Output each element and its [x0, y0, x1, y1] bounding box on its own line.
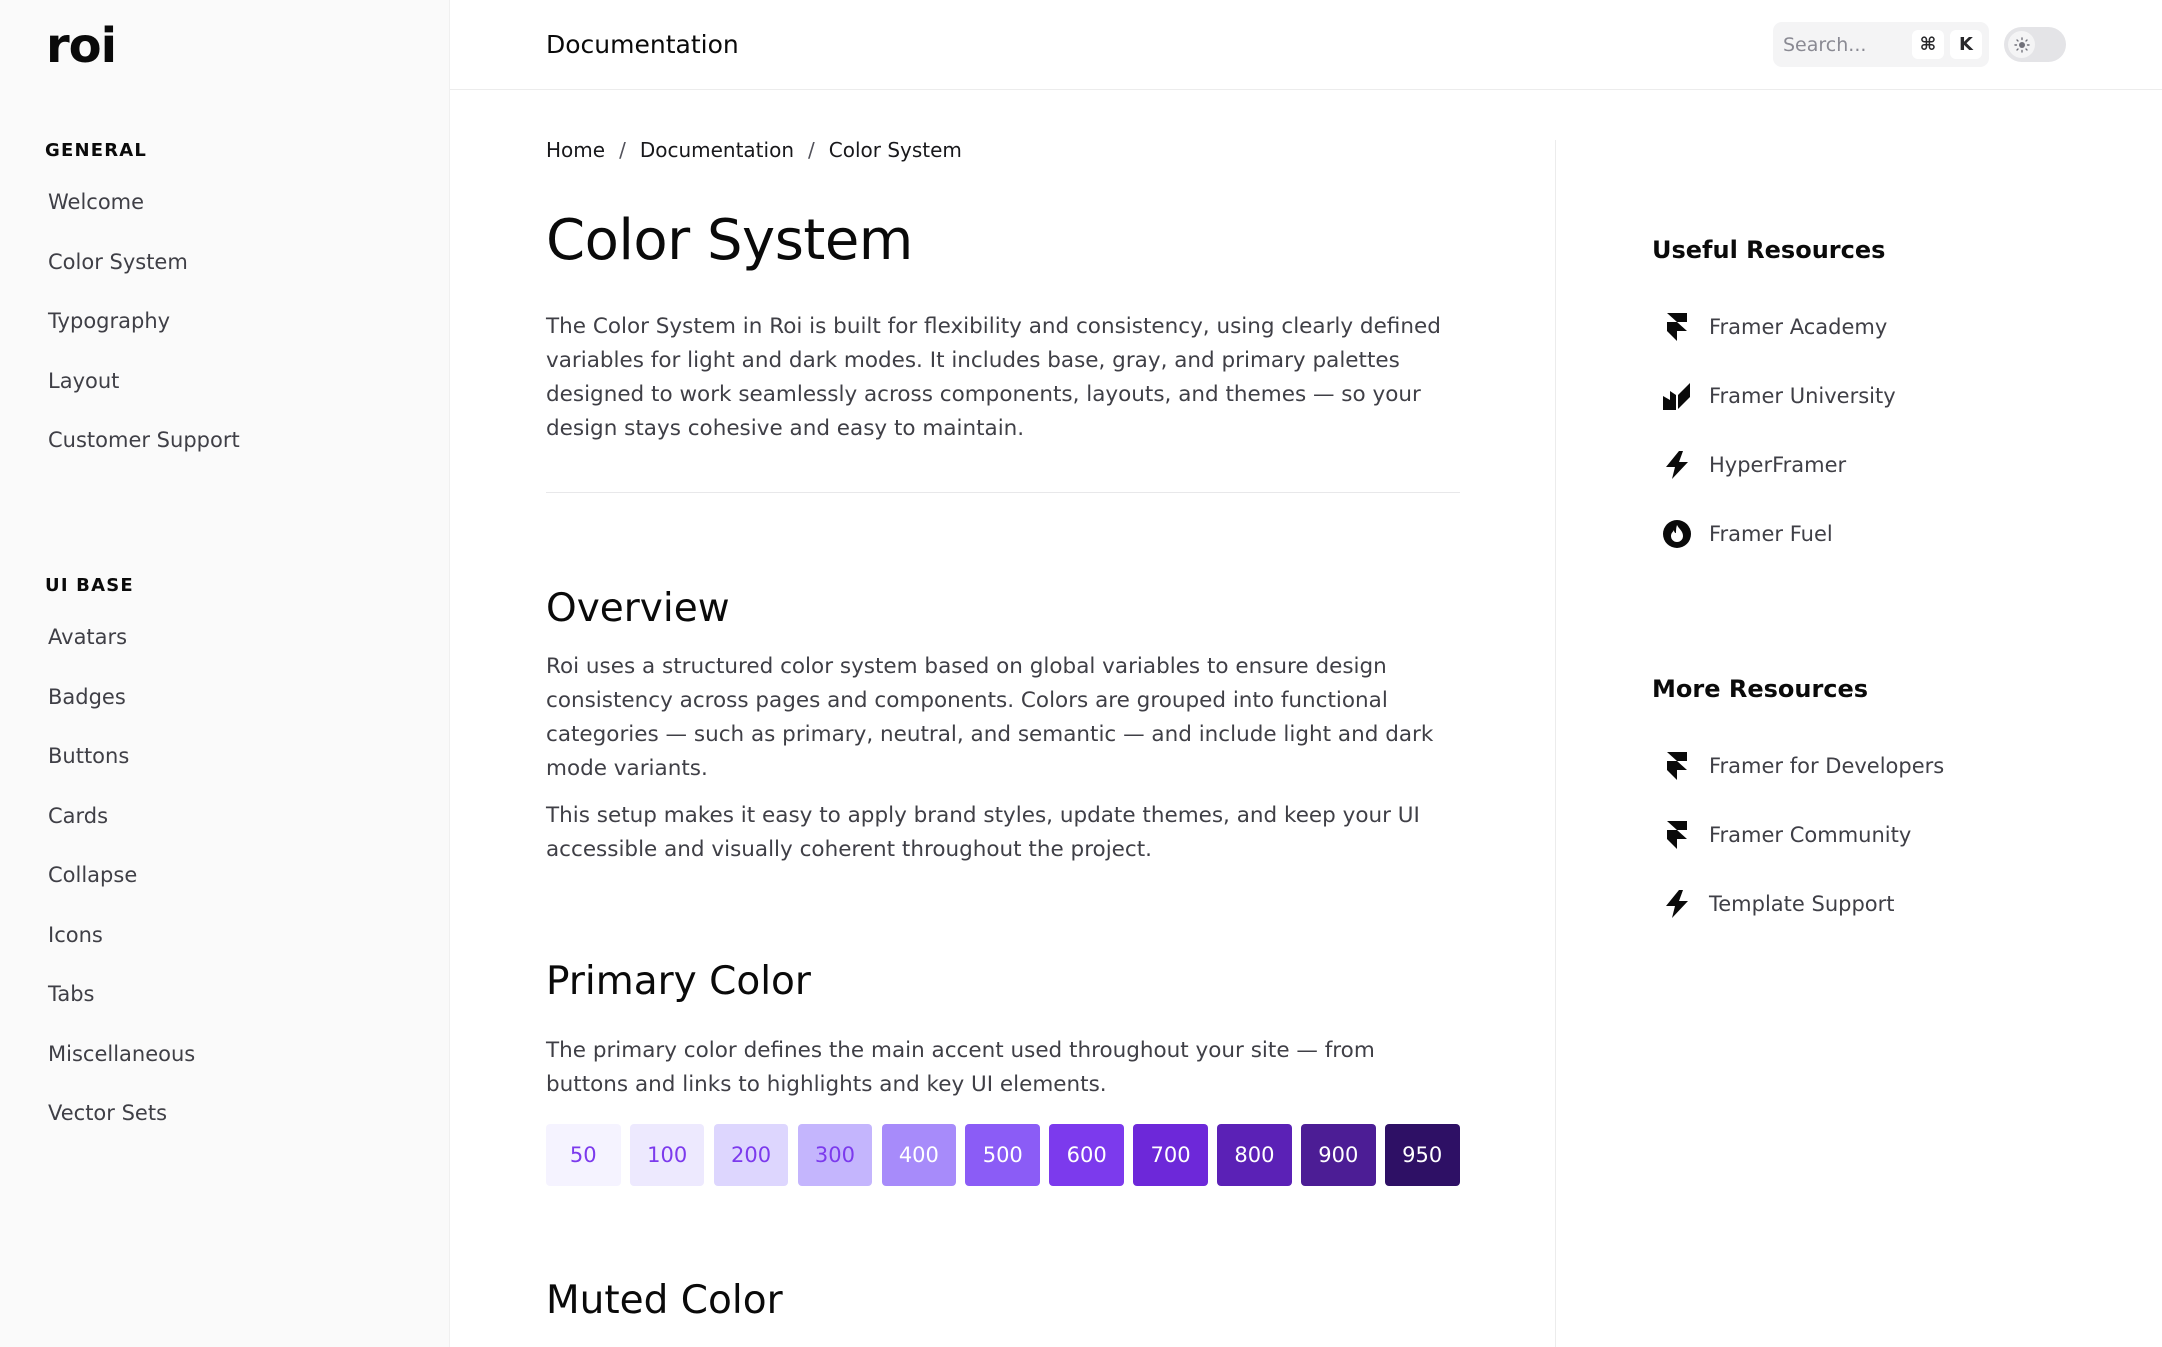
useful-resources-list: Framer Academy Framer University HyperFr… [1652, 312, 1896, 588]
more-resources-list: Framer for Developers Framer Community T… [1652, 751, 1944, 958]
breadcrumb: Home / Documentation / Color System [546, 138, 962, 162]
resource-link-framer-university[interactable]: Framer University [1652, 381, 1896, 450]
swatch-800[interactable]: 800 [1217, 1124, 1292, 1186]
framer-icon [1662, 312, 1692, 342]
sidebar-item-customer-support[interactable]: Customer Support [45, 430, 240, 490]
swatch-700[interactable]: 700 [1133, 1124, 1208, 1186]
sun-icon [2008, 31, 2035, 58]
sidebar: roi GENERAL Welcome Color System Typogra… [0, 0, 450, 1347]
swatch-500[interactable]: 500 [965, 1124, 1041, 1186]
useful-resources: Useful Resources Framer Academy Framer U… [1652, 236, 1896, 588]
nav-list-general: Welcome Color System Typography Layout C… [45, 192, 240, 490]
resource-label: Framer University [1709, 384, 1896, 408]
breadcrumb-documentation[interactable]: Documentation [640, 138, 794, 162]
bolt-icon [1662, 889, 1692, 919]
sidebar-item-buttons[interactable]: Buttons [45, 746, 195, 806]
resource-link-framer-academy[interactable]: Framer Academy [1652, 312, 1896, 381]
shortcut-k-key: K [1950, 30, 1982, 59]
sidebar-item-cards[interactable]: Cards [45, 805, 195, 866]
nav-heading-ui-base: UI BASE [45, 575, 134, 596]
breadcrumb-separator: / [808, 138, 815, 162]
swatch-950[interactable]: 950 [1384, 1124, 1460, 1186]
breadcrumb-home[interactable]: Home [546, 138, 605, 162]
framer-icon [1662, 751, 1692, 781]
swatch-900[interactable]: 900 [1301, 1124, 1376, 1186]
sidebar-item-welcome[interactable]: Welcome [45, 192, 240, 252]
swatch-400[interactable]: 400 [881, 1124, 957, 1186]
resource-label: Framer Academy [1709, 315, 1888, 339]
sidebar-item-vector-sets[interactable]: Vector Sets [45, 1103, 195, 1163]
theme-toggle[interactable] [2004, 27, 2066, 62]
primary-color-paragraph: The primary color defines the main accen… [546, 1038, 1375, 1097]
framer-icon [1662, 820, 1692, 850]
more-resources: More Resources Framer for Developers Fra… [1652, 675, 1944, 958]
flame-icon [1662, 519, 1692, 549]
nav-group-ui-base: UI BASE Avatars Badges Buttons Cards Col… [45, 575, 195, 1163]
overview-paragraph-1: Roi uses a structured color system based… [546, 654, 1434, 781]
breadcrumb-current: Color System [828, 138, 962, 162]
resource-label: Template Support [1709, 892, 1895, 916]
primary-swatch-row: 50 100 200 300 400 500 600 700 800 900 9… [546, 1124, 1460, 1186]
sidebar-item-tabs[interactable]: Tabs [45, 984, 195, 1044]
swatch-200[interactable]: 200 [713, 1124, 789, 1186]
swatch-50[interactable]: 50 [546, 1124, 621, 1186]
resource-label: Framer Fuel [1709, 522, 1833, 546]
sidebar-item-badges[interactable]: Badges [45, 686, 195, 747]
overview-heading: Overview [546, 586, 730, 631]
sidebar-item-typography[interactable]: Typography [45, 311, 240, 371]
sidebar-item-color-system[interactable]: Color System [45, 251, 240, 312]
swatch-100[interactable]: 100 [629, 1124, 705, 1186]
bolt-icon [1662, 450, 1692, 480]
sidebar-item-layout[interactable]: Layout [45, 370, 240, 431]
overview-paragraph-2: This setup makes it easy to apply brand … [546, 803, 1420, 862]
resource-label: Framer for Developers [1709, 754, 1945, 778]
sidebar-item-collapse[interactable]: Collapse [45, 865, 195, 925]
resource-link-framer-community[interactable]: Framer Community [1652, 820, 1944, 889]
nav-group-general: GENERAL Welcome Color System Typography … [45, 140, 240, 490]
framer-university-icon [1662, 381, 1692, 411]
useful-resources-heading: Useful Resources [1652, 236, 1886, 264]
resource-label: Framer Community [1709, 823, 1912, 847]
more-resources-heading: More Resources [1652, 675, 1869, 703]
nav-heading-general: GENERAL [45, 140, 148, 161]
search-box[interactable]: ⌘ K [1773, 22, 1989, 67]
resource-link-hyperframer[interactable]: HyperFramer [1652, 450, 1896, 519]
muted-color-heading: Muted Color [546, 1278, 783, 1323]
nav-list-ui-base: Avatars Badges Buttons Cards Collapse Ic… [45, 627, 195, 1163]
resource-link-framer-fuel[interactable]: Framer Fuel [1652, 519, 1896, 588]
sidebar-item-miscellaneous[interactable]: Miscellaneous [45, 1043, 195, 1104]
resource-link-template-support[interactable]: Template Support [1652, 889, 1944, 958]
sidebar-item-avatars[interactable]: Avatars [45, 627, 195, 687]
brand-logo[interactable]: roi [46, 22, 117, 70]
breadcrumb-separator: / [619, 138, 626, 162]
divider [546, 492, 1460, 493]
swatch-300[interactable]: 300 [797, 1124, 873, 1186]
resource-label: HyperFramer [1709, 453, 1847, 477]
top-bar: Documentation ⌘ K [450, 0, 2162, 90]
header-title[interactable]: Documentation [546, 30, 739, 59]
sidebar-item-icons[interactable]: Icons [45, 924, 195, 985]
resource-link-framer-for-developers[interactable]: Framer for Developers [1652, 751, 1944, 820]
search-input[interactable] [1783, 31, 1903, 58]
page-title: Color System [546, 208, 913, 273]
right-rail-divider [1555, 140, 1556, 1347]
intro-paragraph: The Color System in Roi is built for fle… [546, 314, 1441, 441]
primary-color-heading: Primary Color [546, 959, 811, 1004]
shortcut-command-key: ⌘ [1912, 30, 1944, 59]
swatch-600[interactable]: 600 [1049, 1124, 1124, 1186]
